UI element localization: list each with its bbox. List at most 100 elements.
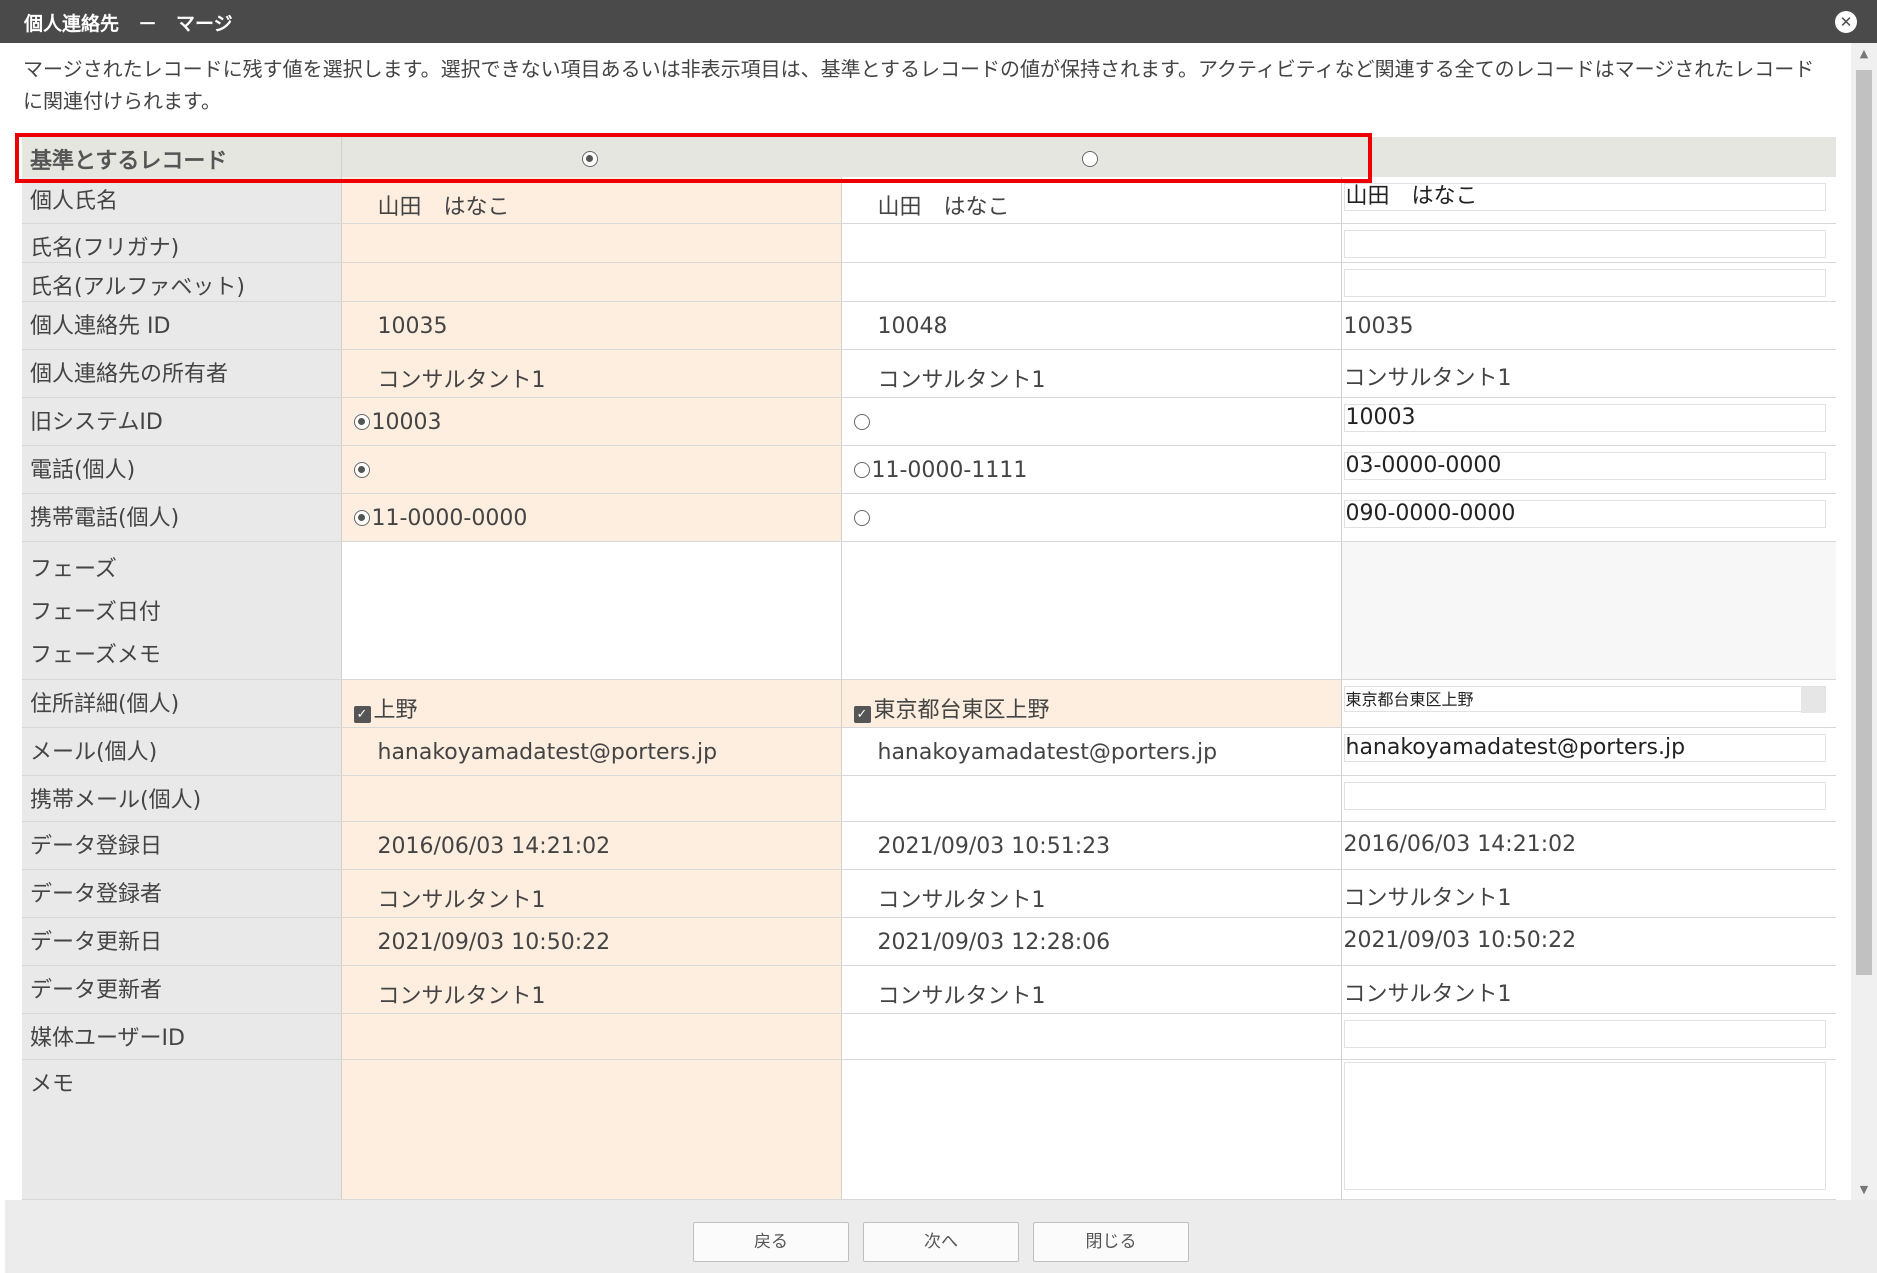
alpha-result-field[interactable] <box>1343 268 1827 297</box>
radio-unselected-icon[interactable] <box>853 413 870 430</box>
field-label: 携帯電話(個人) <box>22 493 342 542</box>
radio-selected-icon[interactable] <box>353 413 370 430</box>
field-label: 個人氏名 <box>22 177 342 224</box>
dialog-titlebar: 個人連絡先 － マージ ✕ <box>0 0 1877 43</box>
record2-value: コンサルタント1 <box>841 349 1342 398</box>
table-row: 電話(個人) 11-0000-1111 03-0000-0000 <box>22 445 1836 494</box>
table-row: メモ <box>22 1059 1836 1200</box>
table-row: 個人連絡先の所有者 コンサルタント1 コンサルタント1 コンサルタント1 <box>22 349 1836 398</box>
scroll-thumb[interactable] <box>1856 70 1872 975</box>
kana-result-field[interactable] <box>1343 229 1827 258</box>
resize-handle-icon[interactable] <box>1801 686 1826 713</box>
result-value <box>1341 541 1836 680</box>
mobile-mail-result-field[interactable] <box>1343 781 1827 810</box>
radio-unselected-icon[interactable] <box>1082 150 1098 167</box>
result-value: 2016/06/03 14:21:02 <box>1341 821 1836 870</box>
table-row: 携帯メール(個人) <box>22 775 1836 822</box>
radio-selected-icon[interactable] <box>353 509 370 526</box>
next-button[interactable]: 次へ <box>863 1222 1019 1262</box>
record2-value: コンサルタント1 <box>841 869 1342 918</box>
merge-description: マージされたレコードに残す値を選択します。選択できない項目あるいは非表示項目は、… <box>23 57 1815 113</box>
table-row: 住所詳細(個人) ✓ 上野 ✓ 東京都台東区上野 東京都台東区上野 <box>22 679 1836 728</box>
email-result-field[interactable]: hanakoyamadatest@porters.jp <box>1343 733 1827 762</box>
record1-value: 10035 <box>341 301 842 350</box>
field-label: フェーズ日付 <box>30 599 161 625</box>
record2-option[interactable]: 11-0000-1111 <box>841 445 1342 494</box>
dialog-title: 個人連絡先 － マージ <box>24 13 233 35</box>
base-record-option-1[interactable] <box>341 137 841 177</box>
field-label: フェーズメモ <box>30 642 161 668</box>
result-value: 2021/09/03 10:50:22 <box>1341 917 1836 966</box>
dialog-content: マージされたレコードに残す値を選択します。選択できない項目あるいは非表示項目は、… <box>5 43 1851 1200</box>
name-result-field[interactable]: 山田 はなこ <box>1343 183 1827 211</box>
record1-value <box>341 1013 842 1060</box>
record1-value <box>341 262 842 302</box>
radio-selected-icon[interactable] <box>582 150 599 167</box>
field-label: 旧システムID <box>22 397 342 446</box>
field-label: データ更新日 <box>22 917 342 966</box>
record2-value: コンサルタント1 <box>841 965 1342 1014</box>
record2-value <box>841 1059 1342 1200</box>
record1-value: コンサルタント1 <box>341 965 842 1014</box>
table-row: データ登録日 2016/06/03 14:21:02 2021/09/03 10… <box>22 821 1836 870</box>
checkbox-checked-icon[interactable]: ✓ <box>353 705 371 723</box>
field-label: メモ <box>22 1059 342 1200</box>
close-button[interactable]: 閉じる <box>1033 1222 1189 1262</box>
base-record-option-2[interactable] <box>841 137 1341 177</box>
scroll-down-icon[interactable]: ▼ <box>1851 1183 1877 1196</box>
table-row: フェーズ フェーズ日付 フェーズメモ <box>22 541 1836 680</box>
back-button[interactable]: 戻る <box>693 1222 849 1262</box>
record2-value <box>841 223 1342 263</box>
record1-value: 山田 はなこ <box>341 177 842 224</box>
field-label-group: フェーズ フェーズ日付 フェーズメモ <box>22 541 342 680</box>
record1-option[interactable]: 11-0000-0000 <box>341 493 842 542</box>
merge-table: 基準とするレコード 個人氏名 山田 はなこ 山田 はなこ 山田 はなこ 氏名(フ… <box>22 137 1836 1200</box>
record1-option[interactable]: 10003 <box>341 397 842 446</box>
field-label: 携帯メール(個人) <box>22 775 342 822</box>
close-icon[interactable]: ✕ <box>1835 11 1857 33</box>
result-value: 10035 <box>1341 301 1836 350</box>
record1-option[interactable]: ✓ 上野 <box>341 679 842 728</box>
record2-value <box>841 1013 1342 1060</box>
address-result-field[interactable]: 東京都台東区上野 <box>1343 685 1827 713</box>
base-record-label: 基準とするレコード <box>22 137 342 177</box>
radio-selected-icon[interactable] <box>353 461 370 478</box>
record1-value <box>341 223 842 263</box>
field-label: フェーズ <box>30 556 117 582</box>
record1-value <box>341 1059 842 1200</box>
memo-result-field[interactable] <box>1343 1061 1827 1190</box>
field-label: 電話(個人) <box>22 445 342 494</box>
record2-value <box>841 262 1342 302</box>
field-label: 個人連絡先 ID <box>22 301 342 350</box>
field-label: データ更新者 <box>22 965 342 1014</box>
radio-unselected-icon[interactable] <box>853 509 870 526</box>
vertical-scrollbar[interactable]: ▲ ▼ <box>1851 43 1877 1200</box>
radio-unselected-icon[interactable] <box>853 461 870 478</box>
record2-value: hanakoyamadatest@porters.jp <box>841 727 1342 776</box>
scroll-up-icon[interactable]: ▲ <box>1851 47 1877 60</box>
table-row: 個人連絡先 ID 10035 10048 10035 <box>22 301 1836 350</box>
record1-value: 上野 <box>373 697 418 723</box>
media-user-result-field[interactable] <box>1343 1019 1827 1048</box>
record2-option[interactable]: ✓ 東京都台東区上野 <box>841 679 1342 728</box>
record1-value: 2016/06/03 14:21:02 <box>341 821 842 870</box>
field-label: 氏名(フリガナ) <box>22 223 342 263</box>
base-record-empty <box>1341 137 1836 177</box>
base-record-row: 基準とするレコード <box>22 137 1836 177</box>
record1-value <box>341 541 842 680</box>
table-row: データ登録者 コンサルタント1 コンサルタント1 コンサルタント1 <box>22 869 1836 918</box>
checkbox-checked-icon[interactable]: ✓ <box>853 705 871 723</box>
record2-value: 2021/09/03 12:28:06 <box>841 917 1342 966</box>
record2-option[interactable] <box>841 397 1342 446</box>
mobile-result-field[interactable]: 090-0000-0000 <box>1343 499 1827 528</box>
table-row: データ更新者 コンサルタント1 コンサルタント1 コンサルタント1 <box>22 965 1836 1014</box>
record2-value: 2021/09/03 10:51:23 <box>841 821 1342 870</box>
field-label: データ登録者 <box>22 869 342 918</box>
record2-value: 東京都台東区上野 <box>873 697 1050 723</box>
old-id-result-field[interactable]: 10003 <box>1343 403 1827 432</box>
record1-value: 10003 <box>371 409 442 435</box>
phone-result-field[interactable]: 03-0000-0000 <box>1343 451 1827 480</box>
record2-option[interactable] <box>841 493 1342 542</box>
record1-value: コンサルタント1 <box>341 869 842 918</box>
record1-option[interactable] <box>341 445 842 494</box>
